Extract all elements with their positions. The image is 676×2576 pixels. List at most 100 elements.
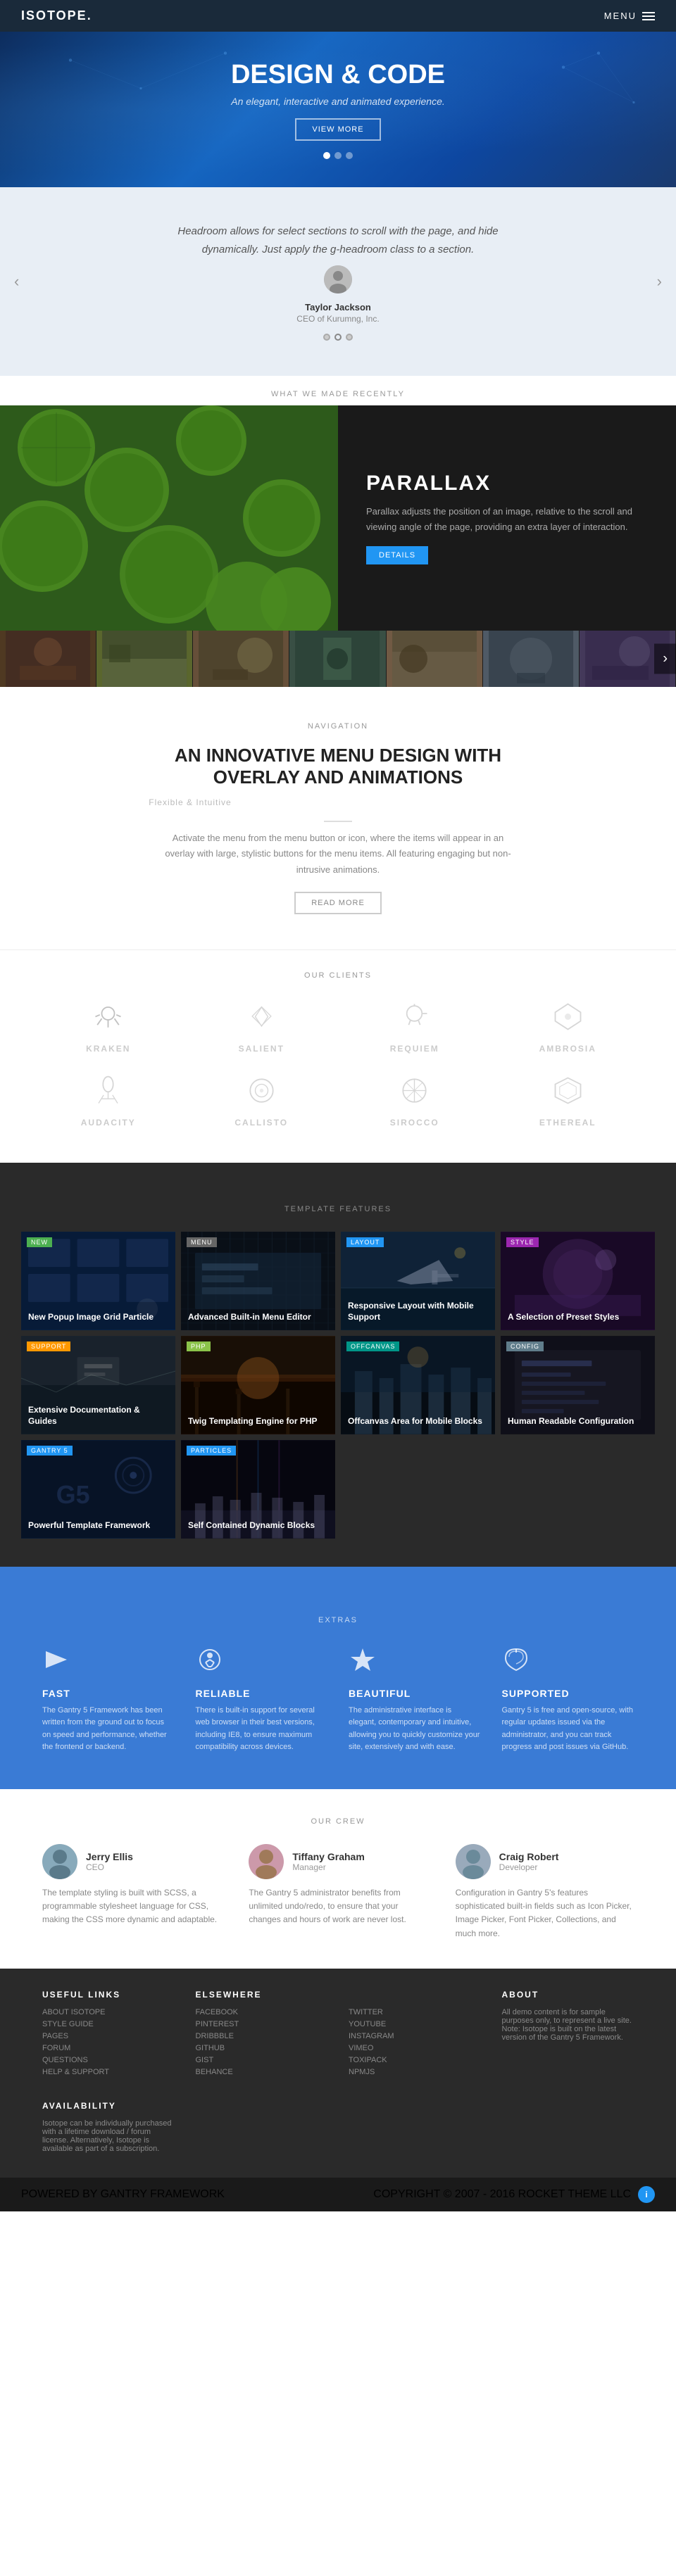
testimonial-role: CEO of Kurumng, Inc.	[162, 314, 514, 324]
footer-info-button[interactable]: i	[638, 2186, 655, 2203]
client-sirocco-icon	[399, 1075, 430, 1112]
footer-link-pinterest[interactable]: PINTEREST	[196, 2020, 328, 2028]
footer-link-twitter[interactable]: TWITTER	[349, 2008, 481, 2016]
feature-card-menu-editor[interactable]: MENU Advanced Built-in Menu Editor	[181, 1232, 335, 1330]
client-requiem: REQUIEM	[349, 1001, 481, 1054]
portfolio-details-button[interactable]: DETAILS	[366, 546, 428, 564]
client-kraken: KRAKEN	[42, 1001, 175, 1054]
extra-beautiful-text: The administrative interface is elegant,…	[349, 1705, 481, 1754]
footer-availability-text: Isotope can be individually purchased wi…	[42, 2119, 175, 2153]
portfolio-thumb-1[interactable]	[0, 631, 96, 687]
testimonial-dot-2[interactable]	[334, 334, 342, 341]
portfolio-thumb-4[interactable]	[289, 631, 386, 687]
footer-link-facebook[interactable]: FACEBOOK	[196, 2008, 328, 2016]
footer-link-instagram[interactable]: INSTAGRAM	[349, 2032, 481, 2040]
feature-title-offcanvas: Offcanvas Area for Mobile Blocks	[348, 1416, 488, 1427]
feature-card-responsive[interactable]: LAYOUT Responsive Layout with Mobile Sup…	[341, 1232, 495, 1330]
hamburger-icon	[642, 12, 655, 20]
footer-link-gist[interactable]: GIST	[196, 2056, 328, 2064]
feature-title-template-framework: Powerful Template Framework	[28, 1520, 168, 1532]
footer-link-dribbble[interactable]: DRIBBBLE	[196, 2032, 328, 2040]
hero-dot-2[interactable]	[334, 152, 342, 159]
client-requiem-name: REQUIEM	[390, 1044, 439, 1054]
crew-text-jerry: The template styling is built with SCSS,…	[42, 1886, 220, 1927]
feature-card-preset-styles[interactable]: STYLE A Selection of Preset Styles	[501, 1232, 655, 1330]
client-kraken-name: KRAKEN	[86, 1044, 130, 1054]
menu-button[interactable]: MENU	[604, 11, 655, 21]
footer-about-text: All demo content is for sample purposes …	[502, 2008, 634, 2042]
footer-link-vimeo[interactable]: VIMEO	[349, 2044, 481, 2052]
crew-label: OUR CREW	[42, 1817, 634, 1833]
footer-link-questions[interactable]: QUESTIONS	[42, 2056, 175, 2064]
extra-supported: SUPPORTED Gantry 5 is free and open-sour…	[502, 1646, 634, 1754]
feature-card-overlay: CONFIG Human Readable Configuration	[501, 1336, 655, 1434]
footer-link-toxipack[interactable]: TOXIPACK	[349, 2056, 481, 2064]
extra-reliable-text: There is built-in support for several we…	[196, 1705, 328, 1754]
clients-label: OUR CLIENTS	[42, 971, 634, 987]
feature-card-popup-grid[interactable]: NEW New Popup Image Grid Particle	[21, 1232, 175, 1330]
crew-header-tiffany: Tiffany Graham Manager	[249, 1844, 427, 1879]
feature-card-documentation[interactable]: SUPPORT Extensive Documentation & Guides	[21, 1336, 175, 1434]
footer-link-github[interactable]: GITHUB	[196, 2044, 328, 2052]
footer-link-about-isotope[interactable]: ABOUT ISOTOPE	[42, 2008, 175, 2016]
extra-fast-text: The Gantry 5 Framework has been written …	[42, 1705, 175, 1754]
portfolio-thumb-3[interactable]	[193, 631, 289, 687]
feature-card-overlay: MENU Advanced Built-in Menu Editor	[181, 1232, 335, 1330]
client-salient: Salient	[196, 1001, 328, 1054]
footer-link-behance[interactable]: BEHANCE	[196, 2068, 328, 2076]
footer-link-pages[interactable]: PAGES	[42, 2032, 175, 2040]
feature-card-human-readable[interactable]: CONFIG Human Readable Configuration	[501, 1336, 655, 1434]
feature-title-preset-styles: A Selection of Preset Styles	[508, 1312, 648, 1323]
portfolio-thumb-2[interactable]	[96, 631, 193, 687]
extras-section: EXTRAS FAST The Gantry 5 Framework has b…	[0, 1567, 676, 1789]
footer-link-youtube[interactable]: YOUTUBE	[349, 2020, 481, 2028]
feature-card-template-framework[interactable]: G5 GANTRY 5 Powerful Template Framework	[21, 1440, 175, 1539]
footer-link-help[interactable]: HELP & SUPPORT	[42, 2068, 175, 2076]
hero-cta-button[interactable]: VIEW MORE	[295, 118, 380, 141]
testimonial-content: Headroom allows for select sections to s…	[162, 222, 514, 341]
footer-col-elsewhere2: - TWITTER YOUTUBE INSTAGRAM VIMEO TOXIPA…	[349, 1990, 481, 2080]
feature-card-offcanvas[interactable]: OFFCANVAS Offcanvas Area for Mobile Bloc…	[341, 1336, 495, 1434]
footer-link-npmjs[interactable]: NPMJS	[349, 2068, 481, 2076]
portfolio-thumb-6[interactable]	[483, 631, 580, 687]
feature-card-twig[interactable]: PHP Twig Templating Engine for PHP	[181, 1336, 335, 1434]
feature-badge-menu: MENU	[187, 1237, 217, 1247]
feature-card-overlay: PARTICLES Self Contained Dynamic Blocks	[181, 1440, 335, 1539]
feature-title-menu-editor: Advanced Built-in Menu Editor	[188, 1312, 328, 1323]
footer-elsewhere2-title: -	[349, 1990, 481, 2000]
portfolio-feature-title: PARALLAX	[366, 472, 648, 495]
footer-link-forum[interactable]: FORUM	[42, 2044, 175, 2052]
features-label: TEMPLATE FEATURES	[21, 1191, 655, 1220]
feature-card-overlay: STYLE A Selection of Preset Styles	[501, 1232, 655, 1330]
fast-icon	[42, 1646, 175, 1679]
features-grid: NEW New Popup Image Grid Particle	[21, 1232, 655, 1539]
client-salient-icon	[246, 1001, 277, 1038]
clients-grid: KRAKEN Salient REQUIEM	[42, 987, 634, 1142]
testimonial-dot-1[interactable]	[323, 334, 330, 341]
testimonial-next-arrow[interactable]: ›	[657, 272, 662, 291]
client-ambrosia-icon	[552, 1001, 584, 1038]
footer-col-about: ABOUT All demo content is for sample pur…	[502, 1990, 634, 2080]
client-ethereal-name: ETHEREAL	[539, 1118, 596, 1128]
portfolio-thumbs-next[interactable]: ›	[654, 644, 676, 674]
testimonial-prev-arrow[interactable]: ‹	[14, 272, 19, 291]
portfolio-text: PARALLAX Parallax adjusts the position o…	[338, 405, 676, 631]
hero-dot-1[interactable]	[323, 152, 330, 159]
supported-icon	[502, 1646, 634, 1679]
testimonial-dot-3[interactable]	[346, 334, 353, 341]
footer-about-title: ABOUT	[502, 1990, 634, 2000]
testimonial-text: Headroom allows for select sections to s…	[162, 222, 514, 258]
extra-beautiful: BEAUTIFUL The administrative interface i…	[349, 1646, 481, 1754]
hero-dot-3[interactable]	[346, 152, 353, 159]
extra-fast-title: FAST	[42, 1688, 175, 1699]
feature-badge-style: STYLE	[506, 1237, 539, 1247]
feature-card-overlay: PHP Twig Templating Engine for PHP	[181, 1336, 335, 1434]
navigation-read-more-button[interactable]: READ MORE	[294, 892, 382, 914]
client-sirocco-name: sirocco	[390, 1118, 439, 1128]
portfolio-main: PARALLAX Parallax adjusts the position o…	[0, 405, 676, 631]
feature-title-dynamic-blocks: Self Contained Dynamic Blocks	[188, 1520, 328, 1532]
portfolio-thumb-5[interactable]	[387, 631, 483, 687]
client-audacity: Audacity	[42, 1075, 175, 1128]
footer-link-style-guide[interactable]: STYLE GUIDE	[42, 2020, 175, 2028]
feature-card-dynamic-blocks[interactable]: PARTICLES Self Contained Dynamic Blocks	[181, 1440, 335, 1539]
